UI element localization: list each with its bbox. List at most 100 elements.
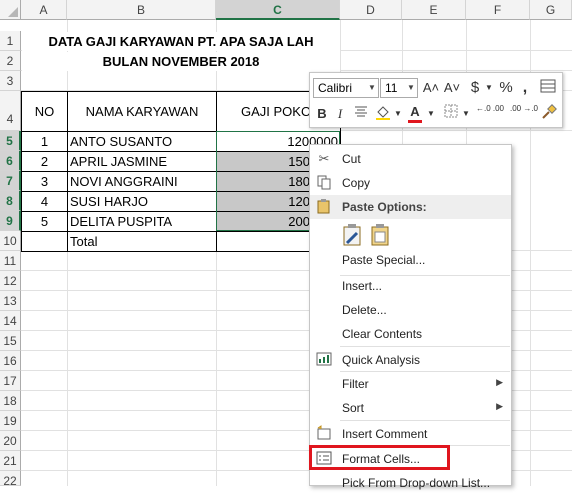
menu-item-cut[interactable]: ✂ Cut <box>310 147 511 171</box>
row-header-8[interactable]: 8 <box>0 191 21 211</box>
row-header-1[interactable]: 1 <box>0 31 21 51</box>
cell-nama[interactable]: DELITA PUSPITA <box>67 211 217 232</box>
row-header-10[interactable]: 10 <box>0 231 21 251</box>
row-header-12[interactable]: 12 <box>0 271 21 291</box>
chevron-down-icon[interactable]: ▼ <box>484 78 494 98</box>
menu-item-label: Paste Special... <box>342 253 426 267</box>
row-header-17[interactable]: 17 <box>0 371 21 391</box>
bold-button[interactable]: B <box>314 104 330 124</box>
chevron-right-icon: ▶ <box>496 377 503 387</box>
cell-no[interactable]: 2 <box>21 151 68 172</box>
increase-decimal-button[interactable]: ←.0 .00 <box>473 104 507 124</box>
column-header-e[interactable]: E <box>402 0 466 20</box>
menu-item-sort[interactable]: Sort ▶ <box>310 396 511 420</box>
menu-item-pick-dropdown[interactable]: Pick From Drop-down List... <box>310 471 511 495</box>
font-name-box[interactable]: Calibri ▼ <box>313 78 379 98</box>
row-header-14[interactable]: 14 <box>0 311 21 331</box>
cell-nama[interactable]: ANTO SUSANTO <box>67 131 217 152</box>
borders-button[interactable] <box>442 104 460 124</box>
column-header-c[interactable]: C <box>216 0 340 20</box>
chevron-down-icon[interactable]: ▼ <box>406 79 416 97</box>
row-header-11[interactable]: 11 <box>0 251 21 271</box>
header-no[interactable]: NO <box>21 91 68 132</box>
row-header-2[interactable]: 2 <box>0 51 21 71</box>
select-all-corner[interactable] <box>0 0 21 20</box>
font-color-swatch <box>408 120 422 123</box>
row-header-7[interactable]: 7 <box>0 171 21 191</box>
menu-item-insert[interactable]: Insert... <box>310 274 511 298</box>
chevron-down-icon[interactable]: ▼ <box>461 104 471 124</box>
row-header-18[interactable]: 18 <box>0 391 21 411</box>
row-header-3[interactable]: 3 <box>0 71 21 91</box>
cell-no[interactable]: 4 <box>21 191 68 212</box>
cell-no[interactable]: 5 <box>21 211 68 232</box>
fill-color-button[interactable] <box>374 104 392 124</box>
percent-button[interactable]: % <box>497 78 515 98</box>
column-header-d[interactable]: D <box>340 0 402 20</box>
row-header-22[interactable]: 22 <box>0 471 21 488</box>
align-center-icon <box>355 106 367 117</box>
decrease-decimal-button[interactable]: .00 →.0 <box>507 104 541 124</box>
cell-total-label[interactable]: Total <box>67 231 217 252</box>
menu-separator <box>340 420 510 421</box>
paste-format-icon[interactable] <box>342 223 364 247</box>
format-painter-button[interactable] <box>540 104 558 124</box>
cell-nama[interactable]: APRIL JASMINE <box>67 151 217 172</box>
row-header-4[interactable]: 4 <box>0 91 21 131</box>
column-header-a[interactable]: A <box>21 0 67 20</box>
menu-item-label: Filter <box>342 377 369 391</box>
italic-button[interactable]: I <box>332 104 348 124</box>
menu-item-insert-comment[interactable]: Insert Comment <box>310 422 511 446</box>
font-color-label: A <box>410 104 420 119</box>
menu-item-clear-contents[interactable]: Clear Contents <box>310 322 511 346</box>
menu-item-label: Insert... <box>342 279 383 293</box>
menu-item-label: Format Cells... <box>342 452 421 466</box>
paste-icon[interactable] <box>370 223 392 247</box>
menu-item-filter[interactable]: Filter ▶ <box>310 372 511 396</box>
menu-item-paste-special[interactable]: Paste Special... <box>310 248 511 272</box>
borders-icon <box>444 104 458 118</box>
row-header-6[interactable]: 6 <box>0 151 21 171</box>
header-nama-karyawan[interactable]: NAMA KARYAWAN <box>67 91 217 132</box>
row-header-20[interactable]: 20 <box>0 431 21 451</box>
cell-nama[interactable]: NOVI ANGGRAINI <box>67 171 217 192</box>
align-center-button[interactable] <box>352 104 370 124</box>
format-cells-icon <box>315 450 333 468</box>
menu-item-delete[interactable]: Delete... <box>310 298 511 322</box>
column-header-b[interactable]: B <box>67 0 216 20</box>
paste-options-row <box>310 221 511 249</box>
cell-no[interactable]: 3 <box>21 171 68 192</box>
comma-style-button[interactable]: , <box>518 78 532 98</box>
cell-no[interactable]: 1 <box>21 131 68 152</box>
menu-separator <box>340 346 510 347</box>
font-size-box[interactable]: 11 ▼ <box>380 78 418 98</box>
menu-item-format-cells[interactable]: Format Cells... <box>310 447 511 471</box>
chevron-down-icon[interactable]: ▼ <box>367 79 377 97</box>
row-header-9[interactable]: 9 <box>0 211 21 231</box>
chevron-down-icon[interactable]: ▼ <box>393 104 403 124</box>
cell-no-empty[interactable] <box>21 231 68 252</box>
currency-button[interactable]: $ <box>466 78 484 98</box>
menu-item-label: Clear Contents <box>342 327 423 341</box>
format-table-button[interactable] <box>538 78 558 98</box>
cell-nama[interactable]: SUSI HARJO <box>67 191 217 212</box>
column-header-g[interactable]: G <box>530 0 572 20</box>
row-header-19[interactable]: 19 <box>0 411 21 431</box>
chevron-down-icon[interactable]: ▼ <box>426 104 436 124</box>
menu-item-label: Insert Comment <box>342 427 428 441</box>
menu-item-quick-analysis[interactable]: Quick Analysis <box>310 348 511 372</box>
font-size-value: 11 <box>385 81 398 95</box>
menu-item-label: Paste Options: <box>342 200 427 214</box>
row-header-21[interactable]: 21 <box>0 451 21 471</box>
shrink-font-button[interactable]: A˅ <box>443 78 461 98</box>
row-header-15[interactable]: 15 <box>0 331 21 351</box>
menu-item-label: Copy <box>342 176 371 190</box>
row-header-16[interactable]: 16 <box>0 351 21 371</box>
column-header-f[interactable]: F <box>466 0 530 20</box>
font-color-button[interactable]: A <box>406 102 424 123</box>
row-header-5[interactable]: 5 <box>0 131 21 151</box>
menu-item-copy[interactable]: Copy <box>310 171 511 195</box>
grow-font-button[interactable]: A˄ <box>422 78 440 98</box>
menu-item-label: Delete... <box>342 303 387 317</box>
row-header-13[interactable]: 13 <box>0 291 21 311</box>
